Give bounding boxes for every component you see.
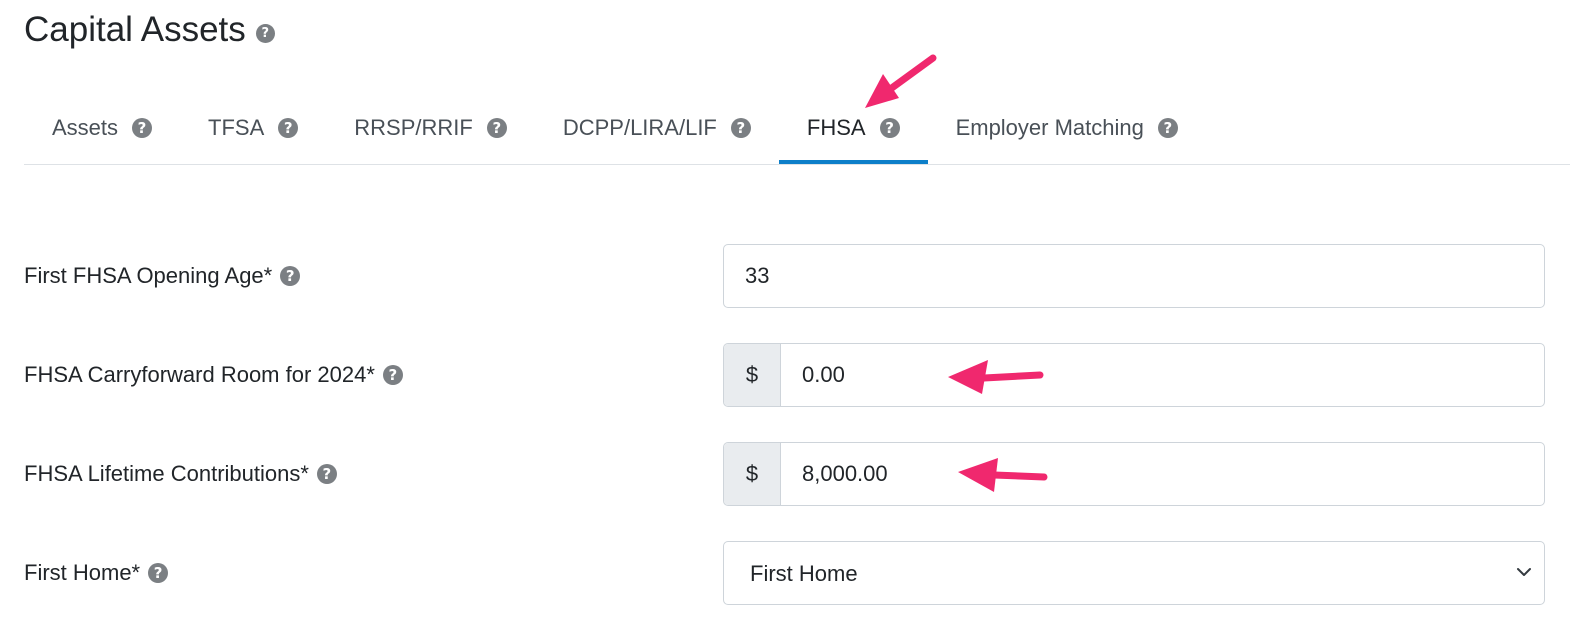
tab-bar: Assets ? TFSA ? RRSP/RRIF ? DCPP/LIRA/LI… [24,92,1570,165]
tab-label: Assets [52,115,119,140]
opening-age-label: First FHSA Opening Age* ? [24,244,301,308]
tab-label: TFSA [208,115,265,140]
carryforward-label-text: FHSA Carryforward Room for 2024* [24,362,375,387]
lifetime-input[interactable] [781,443,1544,505]
help-icon[interactable]: ? [255,23,275,43]
opening-age-input[interactable] [724,245,1544,307]
help-icon[interactable]: ? [730,118,751,138]
carryforward-label: FHSA Carryforward Room for 2024* ? [24,343,403,407]
lifetime-field: $ [723,442,1545,506]
help-icon[interactable]: ? [278,118,299,138]
lifetime-label-text: FHSA Lifetime Contributions* [24,461,309,486]
help-icon[interactable]: ? [879,118,900,138]
form-row-carryforward: FHSA Carryforward Room for 2024* ? $ [24,343,1545,407]
help-icon[interactable]: ? [280,266,301,286]
currency-prefix: $ [724,443,781,505]
first-home-label-text: First Home* [24,560,141,585]
help-icon[interactable]: ? [132,118,153,138]
help-icon[interactable]: ? [316,464,337,484]
tab-dcpp-lira-lif[interactable]: DCPP/LIRA/LIF ? [535,92,779,164]
page-title-text: Capital Assets [24,10,246,49]
carryforward-field: $ [723,343,1545,407]
page-title: Capital Assets ? [24,10,275,50]
form-row-opening-age: First FHSA Opening Age* ? [24,244,1545,308]
tab-rrsp-rrif[interactable]: RRSP/RRIF ? [326,92,535,164]
tab-label: RRSP/RRIF [354,115,473,140]
form-row-lifetime: FHSA Lifetime Contributions* ? $ [24,442,1545,506]
help-icon[interactable]: ? [486,118,507,138]
opening-age-label-text: First FHSA Opening Age* [24,263,273,288]
tab-tfsa[interactable]: TFSA ? [180,92,326,164]
tab-label: FHSA [806,115,866,140]
tab-label: DCPP/LIRA/LIF [562,115,717,140]
carryforward-input[interactable] [781,344,1544,406]
first-home-label: First Home* ? [24,541,169,605]
opening-age-field [723,244,1545,308]
tab-employer-matching[interactable]: Employer Matching ? [928,92,1206,164]
currency-prefix: $ [724,344,781,406]
first-home-field: First Home [723,541,1545,605]
help-icon[interactable]: ? [1157,118,1178,138]
lifetime-label: FHSA Lifetime Contributions* ? [24,442,337,506]
help-icon[interactable]: ? [382,365,403,385]
form-row-first-home: First Home* ? First Home [24,541,1545,605]
tab-label: Employer Matching [955,115,1144,140]
tab-fhsa[interactable]: FHSA ? [778,92,928,164]
tab-assets[interactable]: Assets ? [24,92,180,164]
first-home-select[interactable]: First Home [724,542,1544,604]
help-icon[interactable]: ? [148,563,169,583]
